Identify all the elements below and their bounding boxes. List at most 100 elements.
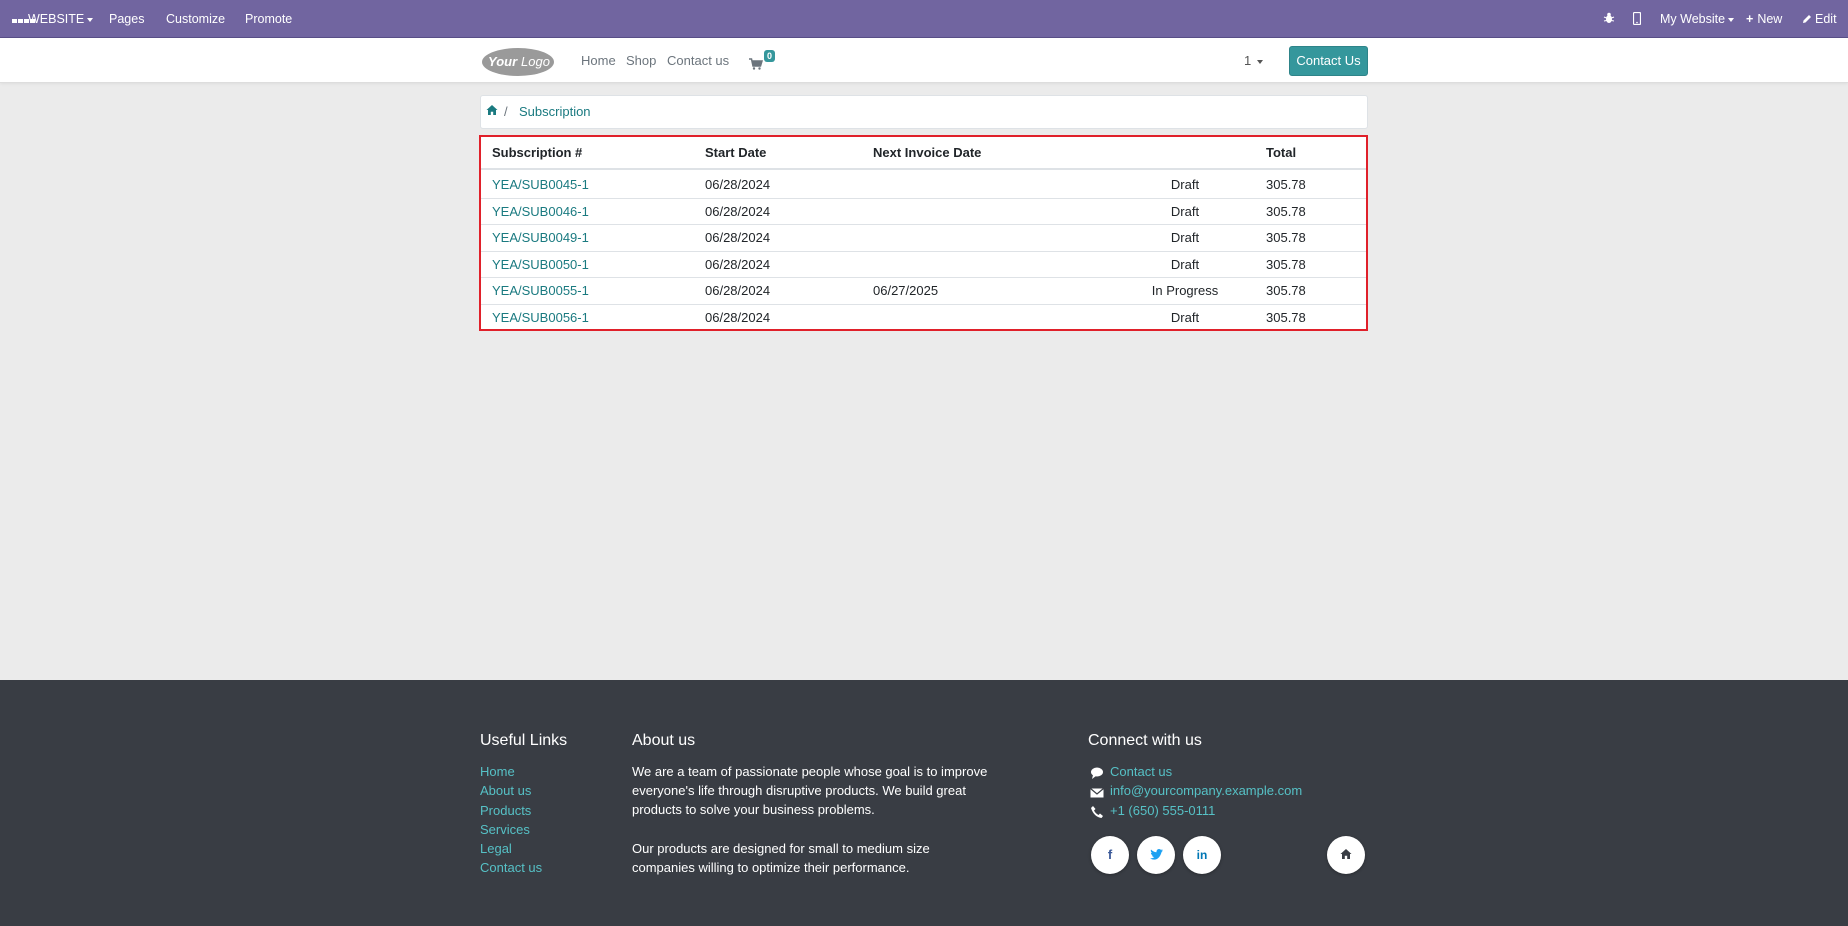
- column-header-start-date: Start Date: [705, 145, 767, 160]
- subscriptions-table: Subscription # Start Date Next Invoice D…: [479, 135, 1368, 331]
- start-date-cell: 06/28/2024: [705, 230, 771, 246]
- home-social-button[interactable]: [1327, 836, 1365, 874]
- caret-down-icon: [87, 17, 94, 22]
- start-date-cell: 06/28/2024: [705, 177, 771, 192]
- start-date-cell: 06/28/2024: [705, 310, 771, 325]
- breadcrumb-separator: /: [504, 104, 508, 119]
- nav-home[interactable]: Home: [581, 38, 616, 83]
- plus-icon: +: [1746, 12, 1754, 26]
- facebook-icon: f: [1107, 847, 1113, 862]
- footer-link-contact-us[interactable]: Contact us: [480, 858, 542, 877]
- caret-down-icon: [1257, 59, 1264, 64]
- about-us-title: About us: [632, 732, 696, 749]
- admin-bar: WEBSITE Pages Customize Promote My Websi…: [0, 0, 1848, 38]
- status-cell: Draft: [1170, 230, 1200, 246]
- pencil-icon: [1803, 15, 1811, 23]
- about-us-paragraph-1: We are a team of passionate people whose…: [632, 764, 988, 818]
- subscription-number-link[interactable]: YEA/SUB0055-1: [492, 278, 589, 304]
- start-date-cell: 06/28/2024: [705, 283, 771, 299]
- subscription-number-link[interactable]: YEA/SUB0049-1: [492, 225, 589, 251]
- linkedin-icon: in: [1196, 848, 1208, 862]
- website-menu[interactable]: WEBSITE: [12, 0, 94, 38]
- twitter-icon: [1149, 849, 1163, 860]
- footer: Useful Links Home About us Products Serv…: [0, 680, 1848, 926]
- total-cell: 305.78: [1266, 177, 1306, 192]
- cart-count-badge: 0: [764, 50, 776, 62]
- connect-title: Connect with us: [1088, 732, 1202, 749]
- footer-link-legal[interactable]: Legal: [480, 839, 512, 858]
- website-navbar: Your Logo Home Shop Contact us 0 1 Conta…: [0, 38, 1848, 83]
- linkedin-button[interactable]: in: [1183, 836, 1221, 874]
- footer-email-link[interactable]: info@yourcompany.example.com: [1110, 781, 1302, 800]
- edit-label: Edit: [1815, 12, 1837, 26]
- table-row: YEA/SUB0056-1 06/28/2024 Draft 305.78: [481, 305, 1366, 332]
- breadcrumb-home[interactable]: [486, 104, 500, 118]
- total-cell: 305.78: [1266, 203, 1306, 219]
- table-row: YEA/SUB0055-1 06/28/2024 06/27/2025 In Prog…: [481, 278, 1366, 305]
- footer-link-products[interactable]: Products: [480, 801, 531, 820]
- bug-icon: [1603, 12, 1615, 23]
- footer-link-about-us[interactable]: About us: [480, 781, 531, 800]
- envelope-icon: [1090, 788, 1104, 798]
- total-cell: 305.78: [1266, 310, 1306, 325]
- apps-grid-icon: [12, 1, 35, 23]
- start-date-cell: 06/28/2024: [705, 256, 771, 272]
- next-invoice-date-cell: 06/27/2025: [873, 283, 939, 299]
- promote-menu[interactable]: Promote: [245, 0, 292, 38]
- home-icon: [1340, 849, 1352, 859]
- caret-down-icon: [1728, 17, 1735, 22]
- about-us-paragraph-2: Our products are designed for small to m…: [632, 841, 930, 876]
- website-menu-label: WEBSITE: [28, 12, 85, 26]
- subscription-number-link[interactable]: YEA/SUB0045-1: [492, 172, 589, 198]
- subscription-number-link[interactable]: YEA/SUB0050-1: [492, 252, 589, 278]
- status-cell: In Progress: [1151, 283, 1219, 299]
- status-cell: Draft: [1170, 256, 1200, 272]
- status-cell: Draft: [1170, 310, 1200, 325]
- footer-contact-us-link[interactable]: Contact us: [1110, 762, 1172, 781]
- my-website-label: My Website: [1660, 12, 1726, 26]
- new-button[interactable]: + New: [1746, 0, 1782, 38]
- subscription-number-link[interactable]: YEA/SUB0046-1: [492, 199, 589, 225]
- debug-button[interactable]: [1603, 0, 1615, 38]
- status-cell: Draft: [1170, 177, 1200, 192]
- column-header-subscription: Subscription #: [492, 145, 583, 160]
- breadcrumb: / Subscription: [480, 95, 1368, 129]
- language-selector[interactable]: 1: [1244, 38, 1264, 83]
- twitter-button[interactable]: [1137, 836, 1175, 874]
- status-cell: Draft: [1170, 203, 1200, 219]
- edit-button[interactable]: Edit: [1802, 0, 1837, 38]
- breadcrumb-subscription[interactable]: Subscription: [519, 96, 591, 128]
- nav-contact-us[interactable]: Contact us: [667, 38, 729, 83]
- useful-links-title: Useful Links: [480, 732, 568, 749]
- mobile-preview-button[interactable]: [1632, 0, 1642, 38]
- mobile-icon: [1632, 11, 1642, 26]
- nav-shop[interactable]: Shop: [626, 38, 656, 83]
- table-row: YEA/SUB0049-1 06/28/2024 Draft 305.78: [481, 225, 1366, 252]
- start-date-cell: 06/28/2024: [705, 203, 771, 219]
- total-cell: 305.78: [1266, 283, 1306, 299]
- table-row: YEA/SUB0050-1 06/28/2024 Draft 305.78: [481, 252, 1366, 279]
- footer-phone-link[interactable]: +1 (650) 555-0111: [1110, 801, 1215, 820]
- pages-menu[interactable]: Pages: [109, 0, 144, 38]
- subscription-number-link[interactable]: YEA/SUB0056-1: [492, 305, 589, 331]
- table-header: Subscription # Start Date Next Invoice D…: [481, 137, 1366, 170]
- my-website-menu[interactable]: My Website: [1660, 0, 1735, 38]
- footer-link-services[interactable]: Services: [480, 820, 530, 839]
- facebook-button[interactable]: f: [1091, 836, 1129, 874]
- phone-icon: [1091, 806, 1103, 818]
- total-cell: 305.78: [1266, 256, 1306, 272]
- contact-us-button[interactable]: Contact Us: [1289, 46, 1368, 76]
- column-header-next-invoice-date: Next Invoice Date: [873, 145, 982, 160]
- cart-button[interactable]: 0: [749, 50, 779, 72]
- shopping-cart-icon: [749, 58, 763, 70]
- customize-menu[interactable]: Customize: [166, 0, 225, 38]
- column-header-total: Total: [1266, 145, 1297, 160]
- language-label: 1: [1244, 53, 1252, 68]
- logo-image: Your Logo: [482, 48, 554, 76]
- new-label: New: [1757, 12, 1783, 26]
- footer-link-home[interactable]: Home: [480, 762, 515, 781]
- table-row: YEA/SUB0045-1 06/28/2024 Draft 305.78: [481, 172, 1366, 199]
- table-row: YEA/SUB0046-1 06/28/2024 Draft 305.78: [481, 199, 1366, 226]
- svg-text:Logo: Logo: [521, 54, 550, 69]
- company-logo[interactable]: Your Logo: [480, 46, 554, 77]
